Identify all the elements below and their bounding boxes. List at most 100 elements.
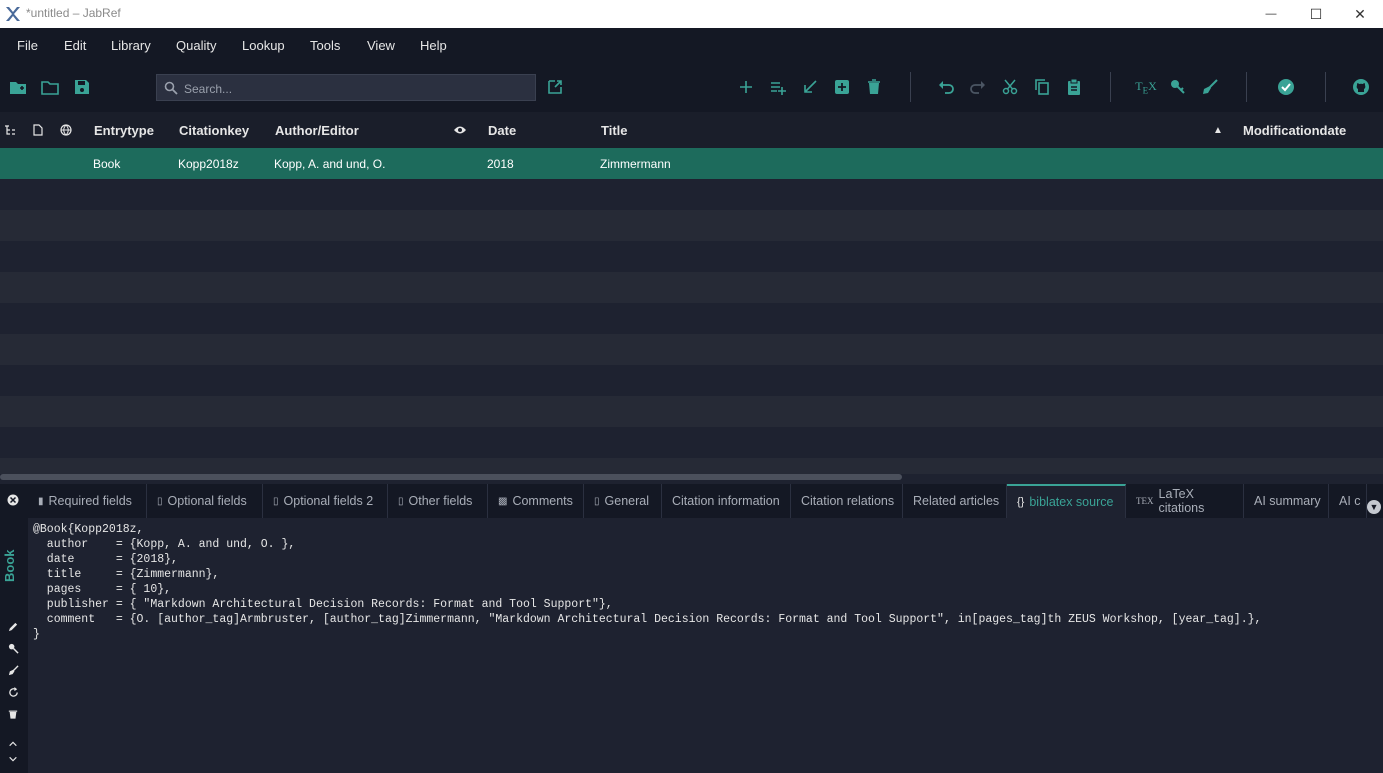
tab-label: General	[604, 494, 649, 508]
empty-row	[0, 458, 1383, 474]
horizontal-scrollbar[interactable]	[0, 474, 902, 480]
github-icon[interactable]	[1350, 76, 1372, 98]
menu-file[interactable]: File	[17, 38, 38, 53]
close-icon: ✕	[1354, 5, 1366, 22]
column-header-modificationdate[interactable]: Modificationdate	[1243, 123, 1346, 138]
tab-other-fields[interactable]: ▯ Other fields	[388, 484, 488, 518]
tab-ai-chat[interactable]: AI c	[1329, 484, 1367, 518]
check-circle-icon[interactable]	[1275, 76, 1297, 98]
tab-comments[interactable]: ▩ Comments	[488, 484, 584, 518]
column-header-entrytype[interactable]: Entrytype	[94, 123, 154, 138]
minimize-button[interactable]: —	[1248, 0, 1294, 28]
tab-citation-information[interactable]: Citation information	[662, 484, 791, 518]
eye-icon[interactable]	[454, 125, 466, 135]
tab-related-articles[interactable]: Related articles	[903, 484, 1007, 518]
new-entry-plus-icon[interactable]	[831, 76, 853, 98]
search-icon	[164, 81, 178, 95]
search-placeholder: Search...	[184, 82, 233, 96]
cut-icon[interactable]	[999, 76, 1021, 98]
menu-tools[interactable]: Tools	[310, 38, 340, 53]
tab-label: AI c	[1339, 494, 1361, 508]
tab-label: Citation information	[672, 494, 780, 508]
close-entry-editor-icon[interactable]	[4, 491, 22, 509]
new-library-icon[interactable]	[7, 76, 29, 98]
tag-icon: ▮	[38, 495, 44, 507]
cell-title: Zimmermann	[600, 157, 671, 171]
key-icon[interactable]	[4, 639, 22, 657]
tab-label: Comments	[512, 494, 573, 508]
delete-entry-icon[interactable]	[863, 76, 885, 98]
tab-general[interactable]: ▯ General	[584, 484, 662, 518]
tab-optional-fields[interactable]: ▯ Optional fields	[147, 484, 263, 518]
close-window-button[interactable]: ✕	[1337, 0, 1383, 28]
cell-author: Kopp, A. and und, O.	[274, 157, 386, 171]
tabs-overflow-dropdown-icon[interactable]: ▼	[1367, 500, 1381, 514]
tag-outline-icon: ▯	[398, 495, 404, 507]
tab-required-fields[interactable]: ▮ Required fields	[28, 484, 147, 518]
minimize-icon: —	[1265, 8, 1277, 20]
tab-biblatex-source[interactable]: {} biblatex source	[1007, 484, 1126, 518]
table-row[interactable]: Book Kopp2018z Kopp, A. and und, O. 2018…	[0, 148, 1383, 179]
add-entry-from-id-icon[interactable]	[767, 76, 789, 98]
import-entry-icon[interactable]	[799, 76, 821, 98]
tab-ai-summary[interactable]: AI summary	[1244, 484, 1329, 518]
sort-ascending-icon: ▲	[1213, 125, 1223, 136]
key-icon[interactable]	[1167, 76, 1189, 98]
tex-icon: TEX	[1136, 496, 1154, 506]
menu-library[interactable]: Library	[111, 38, 151, 53]
menu-edit[interactable]: Edit	[64, 38, 86, 53]
menu-lookup[interactable]: Lookup	[242, 38, 285, 53]
copy-icon[interactable]	[1031, 76, 1053, 98]
tab-label: AI summary	[1254, 494, 1321, 508]
tree-toggle-icon[interactable]	[4, 124, 16, 136]
delete-icon[interactable]	[4, 705, 22, 723]
empty-row	[0, 303, 1383, 334]
column-header-date[interactable]: Date	[488, 123, 516, 138]
globe-column-icon[interactable]	[60, 124, 72, 136]
tag-outline-icon: ▯	[273, 495, 279, 507]
menu-quality[interactable]: Quality	[176, 38, 216, 53]
menu-view[interactable]: View	[367, 38, 395, 53]
source-text[interactable]: @Book{Kopp2018z, author = {Kopp, A. and …	[28, 518, 1383, 642]
column-header-title[interactable]: Title	[601, 123, 628, 138]
tab-label: Related articles	[913, 494, 1000, 508]
empty-row	[0, 179, 1383, 210]
empty-row	[0, 241, 1383, 272]
open-library-icon[interactable]	[39, 76, 61, 98]
toolbar-separator	[1110, 72, 1111, 102]
redo-icon[interactable]	[967, 76, 989, 98]
empty-row	[0, 334, 1383, 365]
braces-icon: {}	[1017, 496, 1025, 508]
biblatex-source-editor[interactable]: @Book{Kopp2018z, author = {Kopp, A. and …	[28, 518, 1383, 773]
next-entry-icon[interactable]	[4, 750, 22, 768]
toolbar-separator	[1246, 72, 1247, 102]
undo-icon[interactable]	[935, 76, 957, 98]
paste-icon[interactable]	[1063, 76, 1085, 98]
tag-outline-icon: ▯	[157, 495, 163, 507]
cell-date: 2018	[487, 157, 514, 171]
empty-row	[0, 210, 1383, 241]
window-title: *untitled – JabRef	[26, 6, 121, 20]
tab-latex-citations[interactable]: TEX LaTeX citations	[1126, 484, 1244, 518]
tex-icon[interactable]: TEX	[1135, 76, 1157, 98]
maximize-button[interactable]: ☐	[1293, 0, 1339, 28]
empty-row	[0, 272, 1383, 303]
edit-pencil-icon[interactable]	[4, 617, 22, 635]
tab-label: Citation relations	[801, 494, 895, 508]
file-column-icon[interactable]	[32, 124, 44, 136]
menu-bar: File Edit Library Quality Lookup Tools V…	[0, 28, 1383, 64]
save-library-icon[interactable]	[71, 76, 93, 98]
tab-optional-fields-2[interactable]: ▯ Optional fields 2	[263, 484, 388, 518]
add-entry-icon[interactable]	[735, 76, 757, 98]
tab-citation-relations[interactable]: Citation relations	[791, 484, 903, 518]
cleanup-brush-icon[interactable]	[4, 661, 22, 679]
column-header-citationkey[interactable]: Citationkey	[179, 123, 249, 138]
menu-help[interactable]: Help	[420, 38, 447, 53]
search-input[interactable]: Search...	[156, 74, 536, 101]
refresh-icon[interactable]	[4, 683, 22, 701]
entry-type-label[interactable]: Book	[2, 546, 24, 586]
cleanup-brush-icon[interactable]	[1199, 76, 1221, 98]
column-header-author[interactable]: Author/Editor	[275, 123, 359, 138]
tab-label: Other fields	[408, 494, 473, 508]
global-search-icon[interactable]	[544, 76, 566, 98]
